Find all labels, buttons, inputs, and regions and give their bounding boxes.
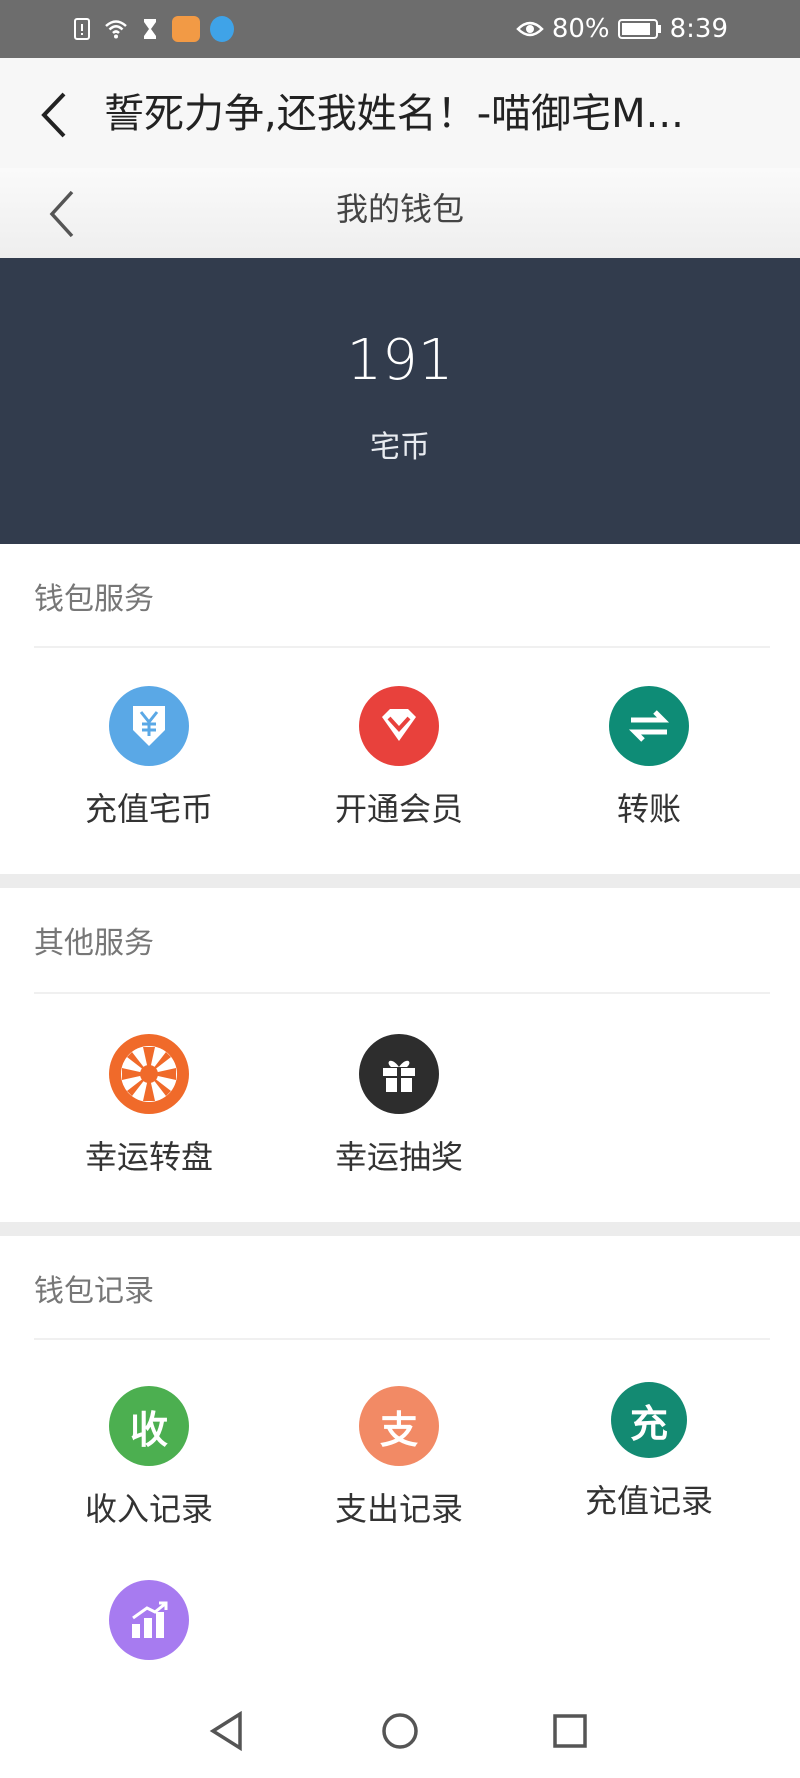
- wheel-icon: [109, 1034, 189, 1114]
- expense-icon: 支: [359, 1386, 439, 1466]
- browser-notification-icon: [210, 16, 234, 42]
- recharge-coins-button[interactable]: 充值宅币: [24, 686, 274, 830]
- section-gap: [0, 874, 800, 888]
- recharge-records-button[interactable]: 充 充值记录: [524, 1382, 774, 1522]
- status-icons-left: [70, 14, 234, 44]
- app-notification-icon: [172, 16, 200, 42]
- income-records-button[interactable]: 收 收入记录: [24, 1386, 274, 1530]
- lucky-draw-button[interactable]: 幸运抽奖: [274, 1034, 524, 1178]
- balance-unit: 宅币: [370, 430, 430, 465]
- item-label: 支出记录: [334, 1490, 463, 1528]
- item-label: 转账: [616, 790, 681, 828]
- status-icons-right: 80% 8:39: [516, 12, 728, 46]
- divider: [34, 992, 770, 994]
- back-arrow-icon[interactable]: [30, 80, 80, 150]
- item-label: 收入记录: [84, 1490, 213, 1528]
- item-label: 幸运抽奖: [334, 1138, 463, 1176]
- balance-banner: 191 宅币: [0, 258, 800, 544]
- app-header: 誓死力争,还我姓名！-喵御宅M...: [0, 58, 800, 168]
- battery-icon: [617, 19, 661, 39]
- status-bar: 80% 8:39: [0, 0, 800, 58]
- hourglass-icon: [144, 19, 156, 39]
- wallet-records-section: 钱包记录 收 收入记录 支 支出记录 充 充值记录: [0, 1236, 800, 1680]
- back-chevron-icon[interactable]: [44, 188, 84, 240]
- diamond-icon: [359, 686, 439, 766]
- nav-home-icon[interactable]: [380, 1711, 420, 1751]
- divider: [34, 1338, 770, 1340]
- balance-amount: 191: [346, 328, 454, 393]
- section-title: 钱包服务: [34, 582, 154, 617]
- section-gap: [0, 1222, 800, 1236]
- divider: [34, 646, 770, 648]
- item-label: 充值宅币: [84, 790, 213, 828]
- nav-recents-icon[interactable]: [552, 1713, 588, 1749]
- battery-percent: 80%: [551, 14, 610, 44]
- item-label: 充值记录: [584, 1482, 713, 1520]
- clock: 8:39: [669, 14, 728, 44]
- page-header: 我的钱包: [0, 168, 800, 258]
- other-services-section: 其他服务 幸运转盘 幸运抽奖: [0, 888, 800, 1222]
- nav-back-icon[interactable]: [208, 1710, 246, 1752]
- system-nav-bar: [0, 1680, 800, 1778]
- section-title: 其他服务: [34, 926, 154, 961]
- item-label: 开通会员: [334, 790, 463, 828]
- item-label: 幸运转盘: [84, 1138, 213, 1176]
- transfer-arrows-icon: [609, 686, 689, 766]
- wifi-icon: [105, 20, 127, 39]
- app-title: 誓死力争,还我姓名！-喵御宅M...: [104, 91, 684, 137]
- statistics-button[interactable]: [24, 1580, 274, 1660]
- open-membership-button[interactable]: 开通会员: [274, 686, 524, 830]
- sim-alert-icon: [74, 18, 90, 40]
- expense-records-button[interactable]: 支 支出记录: [274, 1386, 524, 1530]
- yen-download-icon: [109, 686, 189, 766]
- transfer-button[interactable]: 转账: [524, 686, 774, 830]
- lucky-wheel-button[interactable]: 幸运转盘: [24, 1034, 274, 1178]
- eye-icon: [516, 21, 544, 37]
- page-title: 我的钱包: [335, 190, 464, 228]
- wallet-services-section: 钱包服务 充值宅币 开通会员 转账: [0, 544, 800, 874]
- gift-icon: [359, 1034, 439, 1114]
- income-icon: 收: [109, 1386, 189, 1466]
- bar-chart-icon: [109, 1580, 189, 1660]
- section-title: 钱包记录: [34, 1274, 154, 1309]
- recharge-icon: 充: [611, 1382, 687, 1458]
